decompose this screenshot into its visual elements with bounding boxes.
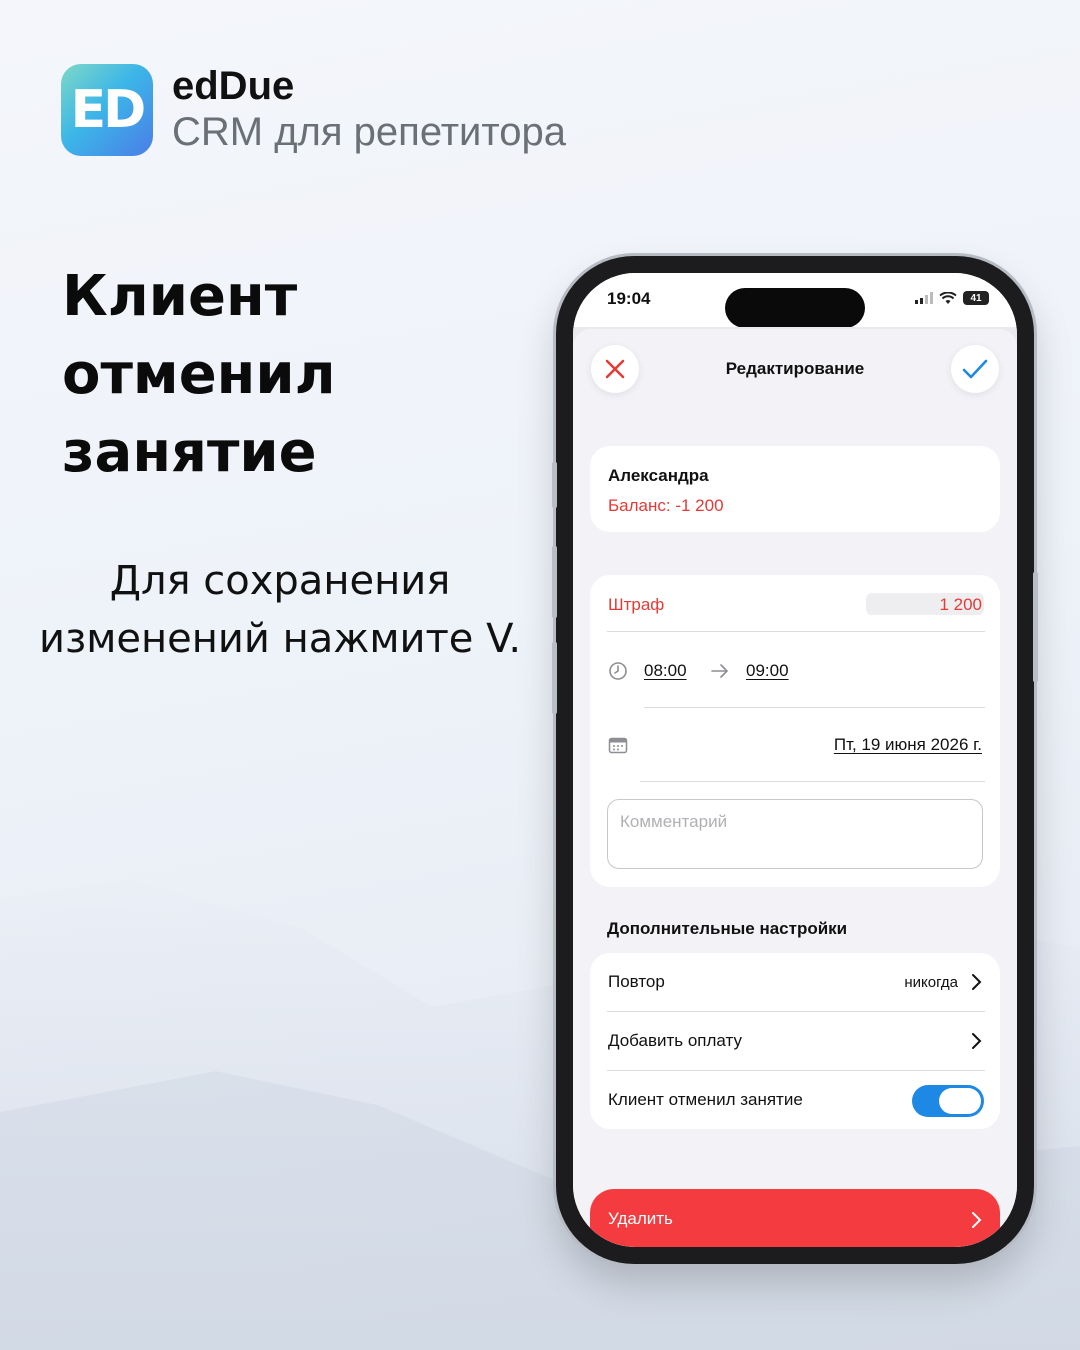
delete-label: Удалить (608, 1209, 673, 1228)
add-payment-label: Добавить оплату (608, 1031, 742, 1050)
phone-volume-down (552, 642, 557, 714)
comment-field[interactable]: Комментарий (607, 799, 983, 869)
client-balance: Баланс: -1 200 (608, 496, 724, 515)
phone-power-button (1033, 572, 1038, 682)
client-cancelled-row: Клиент отменил занятие (590, 1071, 1000, 1129)
app-logo: ED (61, 64, 153, 156)
clock-icon (609, 662, 627, 680)
instruction-text: Для сохранения изменений нажмите V. (38, 558, 522, 662)
battery-icon: 41 (963, 291, 989, 305)
repeat-label: Повтор (608, 972, 665, 991)
calendar-icon (608, 737, 628, 754)
headline: Клиент отменил занятие (62, 264, 336, 485)
start-time[interactable]: 08:00 (644, 661, 687, 681)
chevron-right-icon (972, 1033, 982, 1049)
repeat-row[interactable]: Повтор никогда (590, 953, 1000, 1011)
phone-silent-switch (552, 462, 557, 508)
status-bar: 19:04 41 (573, 273, 1017, 328)
repeat-value: никогда (904, 974, 958, 991)
lesson-card: Штраф 1 200 08:00 09:00 Пт, 19 июня 2026… (590, 575, 1000, 887)
checkmark-icon (962, 359, 988, 379)
additional-settings-card: Повтор никогда Добавить оплату Клиент от… (590, 953, 1000, 1129)
divider (640, 781, 985, 782)
client-cancelled-toggle[interactable] (912, 1085, 984, 1117)
chevron-right-icon (972, 1212, 982, 1228)
status-icons: 41 (915, 291, 989, 305)
arrow-right-icon (711, 664, 729, 678)
divider (644, 707, 985, 708)
save-button[interactable] (951, 345, 999, 393)
fine-value[interactable]: 1 200 (939, 595, 982, 615)
additional-settings-heading: Дополнительные настройки (607, 919, 848, 938)
lesson-date[interactable]: Пт, 19 июня 2026 г. (834, 735, 982, 755)
delete-button[interactable]: Удалить (590, 1189, 1000, 1247)
end-time[interactable]: 09:00 (746, 661, 789, 681)
toggle-knob (939, 1088, 981, 1114)
brand-name: edDue (172, 64, 295, 108)
phone-frame: 19:04 41 Редактирование Александра Балан… (552, 256, 1038, 1264)
status-time: 19:04 (607, 289, 651, 308)
phone-screen: 19:04 41 Редактирование Александра Балан… (573, 273, 1017, 1247)
brand-subtitle: CRM для репетитора (172, 110, 567, 154)
signal-icon (915, 292, 933, 304)
logo-text: ED (70, 80, 147, 140)
chevron-right-icon (972, 974, 982, 990)
client-card[interactable]: Александра Баланс: -1 200 (590, 446, 1000, 532)
client-cancelled-label: Клиент отменил занятие (608, 1090, 803, 1109)
client-name: Александра (608, 466, 709, 485)
divider (607, 631, 985, 632)
comment-placeholder: Комментарий (620, 812, 728, 831)
phone-volume-up (552, 546, 557, 618)
wifi-icon (939, 291, 957, 304)
dynamic-island (725, 288, 865, 328)
add-payment-row[interactable]: Добавить оплату (590, 1012, 1000, 1070)
fine-label: Штраф (608, 595, 665, 614)
